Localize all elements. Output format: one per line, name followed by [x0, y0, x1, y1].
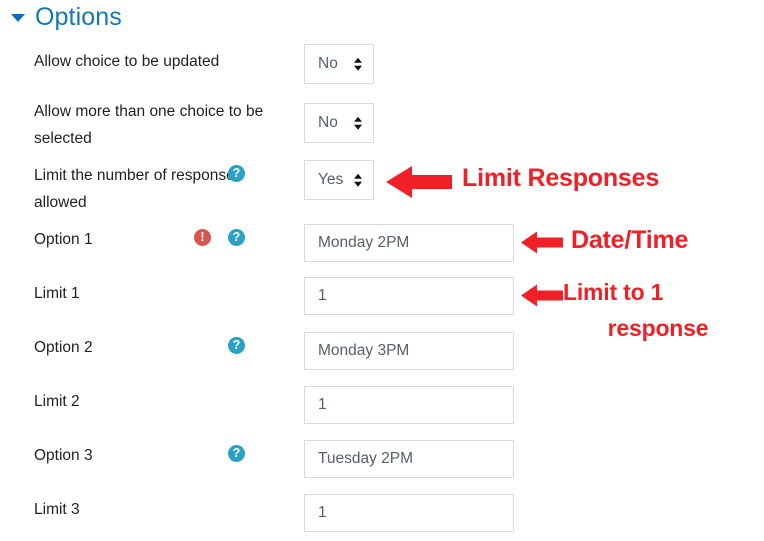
select-value-allow-multiple: No	[318, 114, 338, 131]
annotation-limit-one-line-1: Limit to 1	[563, 279, 664, 305]
select-allow-update[interactable]: No	[304, 44, 374, 84]
field-label-limit-3: Limit 3	[34, 501, 80, 518]
input-limit-1[interactable]	[304, 277, 514, 315]
help-icon[interactable]: ?	[228, 337, 245, 354]
select-value-limit-responses: Yes	[318, 171, 344, 188]
error-icon[interactable]: !	[194, 229, 211, 246]
input-limit-2[interactable]	[304, 386, 514, 424]
help-icon[interactable]: ?	[228, 445, 245, 462]
select-value-allow-update: No	[318, 55, 338, 72]
page-title: Options	[35, 3, 122, 31]
chevron-updown-icon	[354, 57, 362, 71]
annotation-arrow-date-time-icon	[521, 230, 563, 255]
annotation-arrow-limit-one-icon	[521, 283, 563, 308]
select-allow-multiple[interactable]: No	[304, 103, 374, 143]
triangle-down-icon[interactable]	[11, 14, 25, 22]
field-label-allow-update: Allow choice to be updated	[34, 53, 220, 70]
field-label-limit-2: Limit 2	[34, 393, 80, 410]
annotation-limit-one-line-2: response	[607, 315, 709, 341]
input-option-1[interactable]	[304, 224, 514, 262]
annotation-limit-responses: Limit Responses	[462, 164, 660, 192]
options-section-header[interactable]: Options	[0, 0, 122, 34]
help-icon[interactable]: ?	[228, 229, 245, 246]
select-limit-responses[interactable]: Yes	[304, 160, 374, 200]
chevron-updown-icon	[354, 116, 362, 130]
field-label-limit-1: Limit 1	[34, 285, 80, 302]
chevron-updown-icon	[354, 173, 362, 187]
annotation-date-time: Date/Time	[571, 226, 689, 254]
input-limit-3[interactable]	[304, 494, 514, 532]
input-option-2[interactable]	[304, 332, 514, 370]
help-icon[interactable]: ?	[228, 165, 245, 182]
field-label-allow-multiple: Allow more than one choice to be selecte…	[34, 103, 264, 147]
annotation-arrow-limit-responses-icon	[386, 164, 452, 200]
input-option-3[interactable]	[304, 440, 514, 478]
